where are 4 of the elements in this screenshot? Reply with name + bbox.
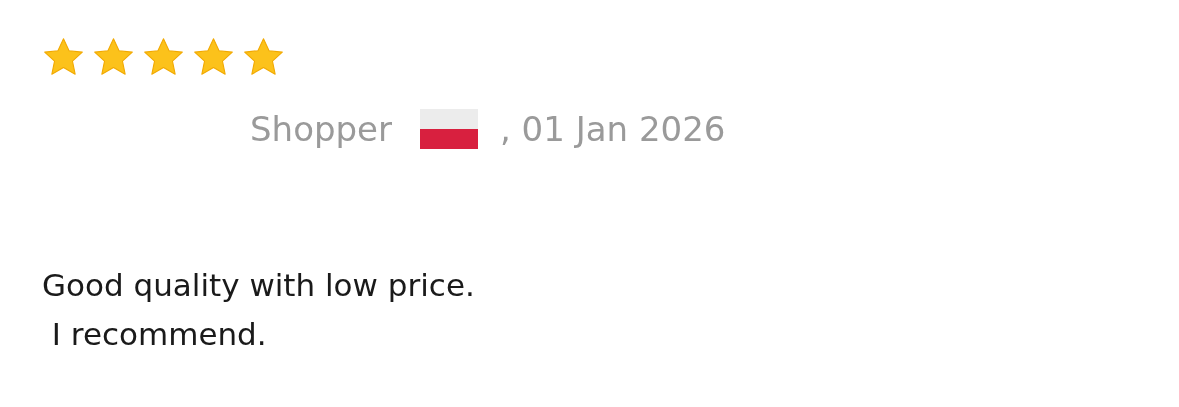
reviewer-name: Shopper <box>250 109 392 149</box>
review-date: , 01 Jan 2026 <box>500 109 726 149</box>
review-text: Good quality with low price. I recommend. <box>42 266 476 354</box>
flag-icon <box>420 109 478 149</box>
